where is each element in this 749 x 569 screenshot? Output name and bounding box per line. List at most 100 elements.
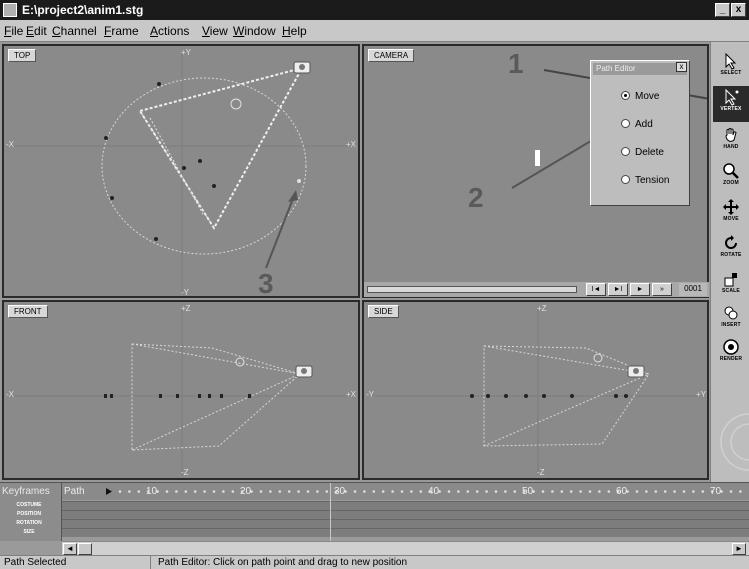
track-rotation[interactable] bbox=[62, 519, 749, 528]
top-path-point bbox=[212, 184, 216, 188]
side-path-point bbox=[470, 394, 474, 398]
move-tool[interactable]: MOVE bbox=[713, 196, 749, 232]
ruler-frame-dot bbox=[457, 490, 460, 493]
callout-3: 3 bbox=[258, 268, 274, 298]
keyframe-ruler[interactable]: Path 10 20 30 40 50 60 70 bbox=[62, 483, 749, 500]
menu-frame[interactable]: Frame bbox=[104, 24, 139, 38]
select-tool[interactable]: SELECT bbox=[713, 50, 749, 86]
ruler-frame-dot bbox=[466, 490, 470, 493]
scroll-thumb[interactable] bbox=[78, 543, 92, 555]
radio-add-indicator[interactable] bbox=[621, 119, 630, 128]
ruler-frame-dot bbox=[579, 490, 582, 493]
rotate-tool[interactable]: ROTATE bbox=[713, 232, 749, 268]
tool-label: SELECT bbox=[720, 70, 742, 76]
step-forward-button[interactable]: ►I bbox=[608, 283, 628, 296]
tool-palette: SELECT VERTEX HAND ZOOM MOVE ROTATE SCAL… bbox=[710, 42, 749, 482]
camera-playback-bar: I◄ ►I ► » 0001 bbox=[364, 282, 709, 297]
menu-bar: File Edit Channel Frame Actions View Win… bbox=[0, 20, 749, 42]
axis-label: -Y bbox=[181, 288, 189, 297]
front-path-point bbox=[220, 394, 223, 398]
radio-add[interactable]: Add bbox=[621, 119, 653, 130]
scale-tool[interactable]: SCALE bbox=[713, 268, 749, 304]
camera-frame-slider[interactable] bbox=[367, 286, 577, 293]
fast-forward-button[interactable]: » bbox=[652, 283, 672, 296]
top-motion-path bbox=[101, 77, 307, 255]
ruler-frame-dot bbox=[729, 490, 733, 493]
track-label-costume: COSTUME bbox=[16, 502, 42, 508]
menu-edit[interactable]: Edit bbox=[26, 24, 47, 38]
viewport-front[interactable]: FRONT +Z -Z -X +X bbox=[2, 300, 360, 480]
close-button[interactable]: x bbox=[731, 3, 746, 17]
viewport-label-camera: CAMERA bbox=[368, 49, 415, 62]
top-path-point bbox=[110, 196, 114, 200]
side-target-marker bbox=[593, 353, 603, 363]
playhead-marker[interactable] bbox=[106, 488, 112, 495]
insert-tool[interactable]: INSERT bbox=[713, 302, 749, 338]
ruler-frame-dot bbox=[551, 490, 554, 493]
ruler-frame-dot bbox=[682, 490, 686, 493]
ruler-frame-dot bbox=[203, 490, 206, 493]
camera-object-marker bbox=[535, 150, 540, 166]
menu-channel[interactable]: Channel bbox=[52, 24, 97, 38]
ruler-frame-dot bbox=[278, 490, 282, 493]
render-icon bbox=[723, 339, 739, 355]
minimize-button[interactable]: _ bbox=[715, 3, 730, 17]
axis-label: -Z bbox=[181, 468, 189, 477]
ruler-frame-dot bbox=[184, 490, 188, 493]
status-left: Path Selected bbox=[4, 557, 67, 568]
top-view-drawing bbox=[10, 54, 356, 294]
radio-tension[interactable]: Tension bbox=[621, 175, 669, 186]
scroll-right-button[interactable]: ► bbox=[732, 543, 746, 555]
track-size[interactable] bbox=[62, 528, 749, 537]
hand-tool[interactable]: HAND bbox=[713, 124, 749, 160]
side-path-point bbox=[504, 394, 508, 398]
path-editor-palette: Path Editor x Move Add Delete Tension bbox=[590, 60, 690, 206]
radio-tension-indicator[interactable] bbox=[621, 175, 630, 184]
path-editor-close-button[interactable]: x bbox=[676, 62, 687, 72]
ruler-frame-dot bbox=[607, 490, 611, 493]
menu-file[interactable]: File bbox=[4, 24, 23, 38]
ruler-frame-dot bbox=[410, 490, 413, 493]
ruler-tick-label: 20 bbox=[240, 486, 252, 497]
radio-delete[interactable]: Delete bbox=[621, 147, 664, 158]
status-message: Path Editor: Click on path point and dra… bbox=[158, 557, 408, 568]
ruler-frame-dot bbox=[306, 490, 310, 493]
top-camera-lens bbox=[299, 64, 305, 70]
ruler-frame-dot bbox=[259, 490, 263, 493]
tool-label: RENDER bbox=[719, 356, 743, 362]
track-label-position: POSITION bbox=[17, 511, 41, 517]
top-path-point bbox=[157, 82, 161, 86]
radio-delete-indicator[interactable] bbox=[621, 147, 630, 156]
menu-window[interactable]: Window bbox=[233, 24, 276, 38]
side-path-point bbox=[570, 394, 574, 398]
ruler-frame-dot bbox=[175, 490, 178, 493]
keyframe-scrollbar[interactable]: ◄ ► bbox=[62, 541, 749, 556]
axis-label: -X bbox=[6, 390, 14, 399]
radio-move[interactable]: Move bbox=[621, 91, 659, 102]
vertex-tool[interactable]: VERTEX bbox=[713, 86, 749, 122]
axis-label: -X bbox=[6, 140, 14, 149]
front-frustum-edge bbox=[131, 343, 301, 375]
track-costume[interactable] bbox=[62, 501, 749, 510]
menu-actions[interactable]: Actions bbox=[150, 24, 189, 38]
viewport-side[interactable]: SIDE +Z -Z -Y +Y bbox=[362, 300, 709, 480]
tool-label: INSERT bbox=[721, 322, 741, 328]
viewport-top[interactable]: TOP +Y -Y -X +X 3 bbox=[2, 44, 360, 298]
radio-move-indicator[interactable] bbox=[621, 91, 630, 100]
scroll-left-button[interactable]: ◄ bbox=[63, 543, 77, 555]
play-button[interactable]: ► bbox=[630, 283, 650, 296]
front-path-point bbox=[248, 394, 251, 398]
render-tool[interactable]: RENDER bbox=[713, 336, 749, 372]
go-to-start-button[interactable]: I◄ bbox=[586, 283, 606, 296]
callout-1: 1 bbox=[508, 48, 524, 79]
path-editor-title[interactable]: Path Editor bbox=[593, 63, 687, 75]
keyframes-title: Keyframes bbox=[2, 486, 50, 497]
track-position[interactable] bbox=[62, 510, 749, 519]
ruler-frame-dot bbox=[419, 490, 423, 493]
top-frustum-edge bbox=[139, 110, 215, 229]
ruler-frame-dot bbox=[269, 490, 272, 493]
menu-view[interactable]: View bbox=[202, 24, 228, 38]
menu-help[interactable]: Help bbox=[282, 24, 307, 38]
status-divider bbox=[150, 556, 151, 569]
zoom-tool[interactable]: ZOOM bbox=[713, 160, 749, 196]
